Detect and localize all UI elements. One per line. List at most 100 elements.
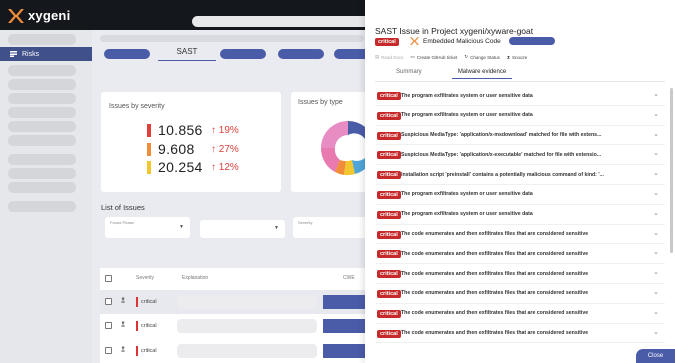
severity-row-high: 9.608 ↑ 27% — [147, 141, 239, 157]
chevron-down-icon[interactable]: ⌄ — [653, 288, 659, 296]
tab-summary[interactable]: Summary — [396, 69, 422, 75]
chevron-down-icon[interactable]: ⌄ — [653, 248, 659, 256]
severity-row-medium: 20.254 ↑ 12% — [147, 159, 239, 175]
bug-icon: 🕱 — [121, 345, 126, 354]
evidence-text: The code enumerates and then exfiltrates… — [401, 250, 589, 257]
sidebar-item-placeholder[interactable] — [8, 154, 76, 165]
chevron-down-icon[interactable]: ⌄ — [653, 149, 659, 157]
evidence-text: The program exfiltrates system or user s… — [401, 112, 533, 119]
tab-placeholder[interactable] — [220, 49, 266, 59]
evidence-text: The code enumerates and then exfiltrates… — [401, 231, 589, 238]
column-header-cwe: CWE — [343, 275, 355, 281]
create-github-ticket-button[interactable]: ▭ Create GitHub ticket — [411, 54, 458, 60]
severity-badge: critical — [377, 270, 401, 279]
tab-sast[interactable]: SAST — [158, 47, 216, 61]
filter-dropdown[interactable]: ▼ — [200, 220, 285, 238]
sidebar-item-label: Risks — [22, 50, 40, 58]
select-all-checkbox[interactable] — [105, 275, 112, 282]
evidence-text: Suspicious MediaType: 'application/x-msd… — [401, 132, 602, 139]
global-search-bar[interactable] — [192, 16, 365, 27]
sidebar-item-placeholder[interactable] — [8, 121, 76, 132]
severity-badge: critical — [377, 250, 401, 259]
sidebar-item-placeholder[interactable] — [8, 107, 76, 118]
severity-count: 20.254 — [158, 159, 203, 175]
evidence-row[interactable]: critical The program exfiltrates system o… — [375, 185, 665, 205]
severity-badge: critical — [377, 131, 401, 140]
tab-malware-evidence[interactable]: Malware evidence — [452, 69, 512, 79]
tab-placeholder[interactable] — [104, 49, 150, 59]
evidence-row[interactable]: critical The code enumerates and then exf… — [375, 324, 665, 344]
severity-filter[interactable]: Severity — [293, 217, 365, 238]
sidebar-item-placeholder[interactable] — [8, 65, 76, 76]
snooze-button[interactable]: ⧗ Snooze — [507, 55, 527, 60]
issues-by-type-donut-chart — [320, 120, 365, 176]
evidence-text: Installation script 'preinstall' contain… — [401, 171, 604, 178]
row-checkbox[interactable] — [105, 298, 112, 305]
xygeni-logo-icon — [8, 8, 24, 23]
brand-name: xygeni — [28, 8, 71, 23]
filter-label: Severity — [298, 220, 313, 225]
row-checkbox[interactable] — [105, 322, 112, 329]
issue-detail-panel: SAST Issue in Project xygeni/xyware-goat… — [365, 0, 675, 363]
chevron-down-icon[interactable]: ⌄ — [653, 189, 659, 197]
risks-icon — [10, 51, 17, 57]
malicious-code-icon — [410, 37, 419, 45]
found-phase-filter[interactable]: Found Phase ▼ — [105, 217, 190, 238]
evidence-row[interactable]: critical Suspicious MediaType: 'applicati… — [375, 126, 665, 146]
severity-badge: critical — [375, 38, 399, 46]
evidence-text: The code enumerates and then exfiltrates… — [401, 330, 589, 337]
severity-badge: critical — [377, 210, 401, 219]
chevron-down-icon[interactable]: ⌄ — [653, 308, 659, 316]
brand-logo[interactable]: xygeni — [8, 8, 70, 23]
panel-actions: ▤ Read Docs ▭ Create GitHub ticket ↻ Change… — [375, 54, 527, 60]
close-button[interactable]: Close — [636, 349, 675, 363]
evidence-row[interactable]: critical The program exfiltrates system o… — [375, 86, 665, 106]
evidence-row[interactable]: critical The program exfiltrates system o… — [375, 205, 665, 225]
severity-badge: critical — [377, 151, 401, 160]
sidebar-item-risks[interactable]: Risks — [0, 47, 92, 61]
change-status-label: Change Status — [470, 54, 500, 60]
change-status-button[interactable]: ↻ Change Status — [464, 54, 500, 60]
tab-placeholder[interactable] — [334, 49, 365, 59]
evidence-row[interactable]: critical The program exfiltrates system o… — [375, 106, 665, 126]
issue-name: Embedded Malicious Code — [410, 37, 555, 45]
severity-change: ↑ 12% — [211, 161, 239, 173]
evidence-row[interactable]: critical Installation script 'preinstall'… — [375, 165, 665, 185]
read-docs-button[interactable]: ▤ Read Docs — [375, 54, 404, 60]
explanation-cell — [177, 319, 317, 333]
sidebar-item-placeholder[interactable] — [8, 135, 76, 146]
sidebar-item-placeholder[interactable] — [8, 201, 76, 212]
evidence-text: The program exfiltrates system or user s… — [401, 92, 533, 99]
cwe-cell[interactable] — [323, 295, 365, 309]
chevron-down-icon[interactable]: ⌄ — [653, 130, 659, 138]
row-checkbox[interactable] — [105, 347, 112, 354]
cwe-cell[interactable] — [323, 344, 365, 358]
severity-badge: critical — [377, 230, 401, 239]
snooze-label: Snooze — [512, 54, 528, 60]
evidence-row[interactable]: critical The code enumerates and then exf… — [375, 264, 665, 284]
evidence-row[interactable]: critical The code enumerates and then exf… — [375, 225, 665, 245]
severity-badge: critical — [377, 92, 401, 100]
sidebar-item-placeholder[interactable] — [8, 182, 76, 193]
critical-indicator — [136, 297, 138, 307]
evidence-row[interactable]: critical Suspicious MediaType: 'applicati… — [375, 145, 665, 166]
chevron-down-icon[interactable]: ⌄ — [653, 110, 659, 118]
evidence-row[interactable]: critical The code enumerates and then exf… — [375, 304, 665, 324]
cwe-cell[interactable] — [323, 319, 365, 333]
chevron-down-icon[interactable]: ⌄ — [653, 268, 659, 276]
evidence-row[interactable]: critical The code enumerates and then exf… — [375, 244, 665, 265]
tab-placeholder[interactable] — [278, 49, 324, 59]
evidence-row[interactable]: critical The code enumerates and then exf… — [375, 284, 665, 304]
sidebar-item-placeholder[interactable] — [8, 79, 76, 90]
chevron-down-icon[interactable]: ⌄ — [653, 209, 659, 217]
sidebar-item-placeholder[interactable] — [8, 34, 76, 45]
chevron-down-icon[interactable]: ⌄ — [653, 169, 659, 177]
evidence-scrollbar[interactable] — [670, 88, 673, 253]
chevron-down-icon[interactable]: ⌄ — [653, 328, 659, 336]
chevron-down-icon[interactable]: ⌄ — [653, 90, 659, 98]
chevron-down-icon[interactable]: ⌄ — [653, 229, 659, 237]
severity-count: 10.856 — [158, 122, 203, 138]
panel-tabs: Summary Malware evidence — [375, 67, 665, 82]
sidebar-item-placeholder[interactable] — [8, 93, 76, 104]
sidebar-item-placeholder[interactable] — [8, 168, 76, 179]
